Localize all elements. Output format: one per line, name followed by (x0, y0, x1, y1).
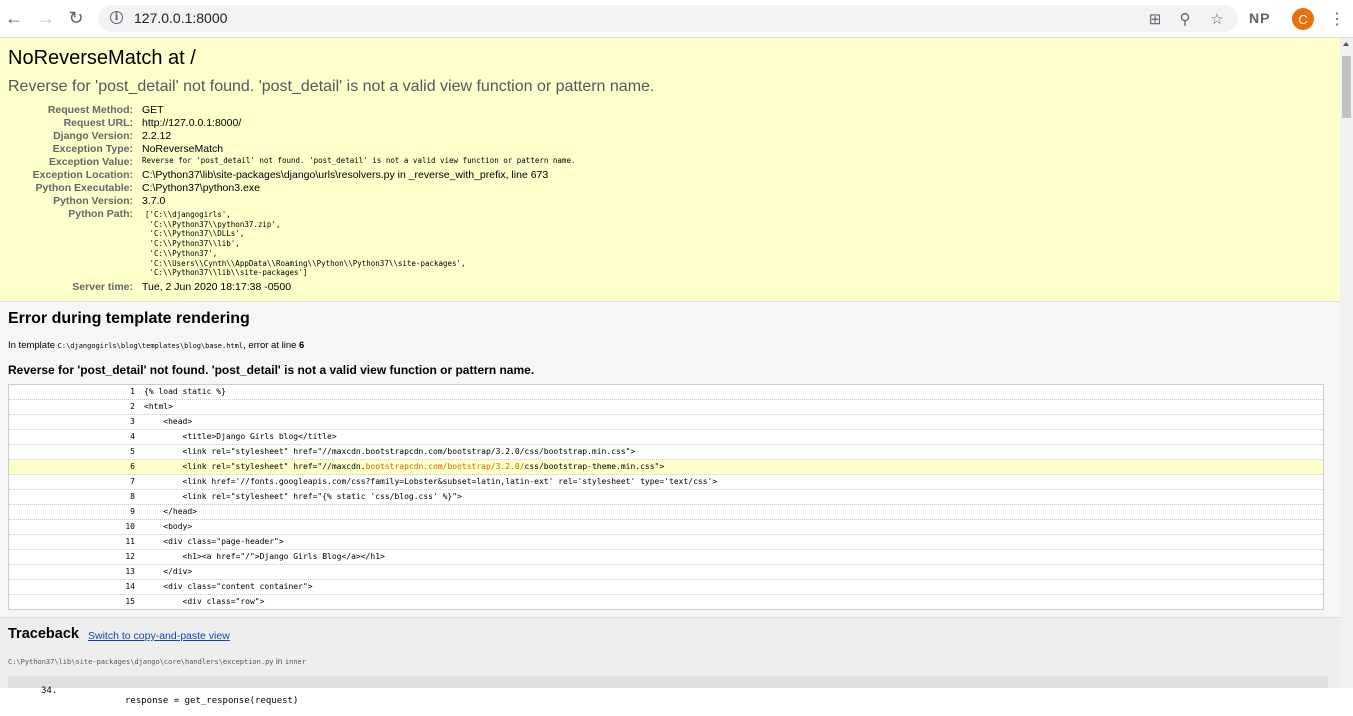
line-code: <div class="row"> (144, 597, 265, 606)
line-number: 12 (125, 552, 135, 561)
line-code: <link rel="stylesheet" href="//maxcdn.bo… (144, 462, 665, 471)
browser-toolbar: ← → ↻ i 127.0.0.1:8000 ⊞ ⚲ ☆ NP C ⋮ (0, 0, 1353, 38)
source-line: 7 <link href='//fonts.googleapis.com/css… (9, 475, 1323, 490)
template-error-message: Reverse for 'post_detail' not found. 'po… (8, 363, 535, 377)
line-number: 10 (125, 522, 135, 531)
line-code: <link rel="stylesheet" href="//maxcdn.bo… (144, 447, 636, 456)
source-line: 9 </head> (9, 505, 1323, 520)
source-line: 13 </div> (9, 565, 1323, 580)
error-summary: NoReverseMatch at / Reverse for 'post_de… (0, 38, 1340, 302)
template-heading: Error during template rendering (8, 310, 250, 327)
source-line: 3 <head> (9, 415, 1323, 430)
exception-message: Reverse for 'post_detail' not found. 'po… (8, 78, 655, 95)
line-code: <div class="content container"> (144, 582, 313, 591)
traceback-context-line[interactable]: 34. response = get_response(request) (8, 676, 1328, 706)
python-path-list: ['C:\\djangogirls', 'C:\\Python37\\pytho… (145, 210, 466, 278)
page-scrollbar[interactable] (1340, 38, 1353, 688)
line-number: 4 (130, 432, 135, 441)
line-number: 11 (125, 537, 135, 546)
page-title: NoReverseMatch at / (8, 47, 196, 69)
line-code: <body> (144, 522, 193, 531)
line-number: 2 (130, 402, 135, 411)
line-code: <head> (144, 417, 193, 426)
line-number: 1 (130, 387, 135, 396)
line-number: 9 (130, 507, 135, 516)
address-bar[interactable]: i 127.0.0.1:8000 ⊞ ⚲ ☆ (98, 5, 1238, 32)
reload-icon[interactable]: ↻ (66, 8, 86, 28)
line-code: </head> (144, 507, 197, 516)
line-number: 15 (125, 597, 135, 606)
source-line: 15 <div class="row"> (9, 595, 1323, 609)
line-code: </div> (144, 567, 193, 576)
source-line: 6 <link rel="stylesheet" href="//maxcdn.… (9, 460, 1323, 475)
back-arrow-icon[interactable]: ← (4, 8, 24, 28)
url-text[interactable]: 127.0.0.1:8000 (134, 10, 227, 26)
line-code: <html> (144, 402, 173, 411)
line-number: 8 (130, 492, 135, 501)
template-location: In template C:\djangogirls\blog\template… (8, 340, 305, 351)
source-line: 11 <div class="page-header"> (9, 535, 1323, 550)
line-code: <title>Django Girls blog</title> (144, 432, 337, 441)
line-code: <link rel="stylesheet" href="{% static '… (144, 492, 462, 501)
line-number: 13 (125, 567, 135, 576)
source-line: 14 <div class="content container"> (9, 580, 1323, 595)
line-number: 3 (130, 417, 135, 426)
traceback-frame-file: C:\Python37\lib\site-packages\django\cor… (8, 656, 306, 666)
traceback-section: Traceback Switch to copy-and-paste view … (0, 618, 1340, 706)
source-line: 10 <body> (9, 520, 1323, 535)
translate-icon[interactable]: ⊞ (1146, 10, 1164, 28)
error-token: bootstrapcdn.com/bootstrap/3.2.0/ (365, 462, 525, 471)
template-source: 1 {% load static %} 2 <html> 3 <head> 4 <titl… (8, 384, 1324, 610)
scroll-thumb[interactable] (1342, 56, 1351, 118)
source-line: 8 <link rel="stylesheet" href="{% static… (9, 490, 1323, 505)
source-line: 1 {% load static %} (9, 385, 1323, 400)
forward-arrow-icon[interactable]: → (36, 8, 56, 28)
bookmark-star-icon[interactable]: ☆ (1208, 10, 1226, 28)
source-line: 2 <html> (9, 400, 1323, 415)
line-code: <div class="page-header"> (144, 537, 284, 546)
line-code: <link href='//fonts.googleapis.com/css?f… (144, 477, 718, 486)
source-line: 4 <title>Django Girls blog</title> (9, 430, 1323, 445)
source-line: 12 <h1><a href="/">Django Girls Blog</a>… (9, 550, 1323, 565)
line-code: <h1><a href="/">Django Girls Blog</a></h… (144, 552, 385, 561)
traceback-heading: Traceback (8, 626, 79, 642)
source-line: 5 <link rel="stylesheet" href="//maxcdn.… (9, 445, 1323, 460)
line-number: 5 (130, 447, 135, 456)
line-number: 7 (130, 477, 135, 486)
line-number: 6 (130, 462, 135, 471)
extension-np[interactable]: NP (1249, 10, 1270, 26)
line-number: 14 (125, 582, 135, 591)
menu-icon[interactable]: ⋮ (1329, 9, 1345, 29)
line-code: {% load static %} (144, 387, 226, 396)
zoom-icon[interactable]: ⚲ (1176, 10, 1194, 28)
scroll-up-icon[interactable] (1343, 42, 1349, 46)
profile-avatar[interactable]: C (1292, 8, 1314, 30)
template-error-section: Error during template rendering In templ… (0, 302, 1340, 618)
info-icon[interactable]: i (110, 11, 123, 24)
switch-copy-paste-link[interactable]: Switch to copy-and-paste view (88, 630, 230, 642)
